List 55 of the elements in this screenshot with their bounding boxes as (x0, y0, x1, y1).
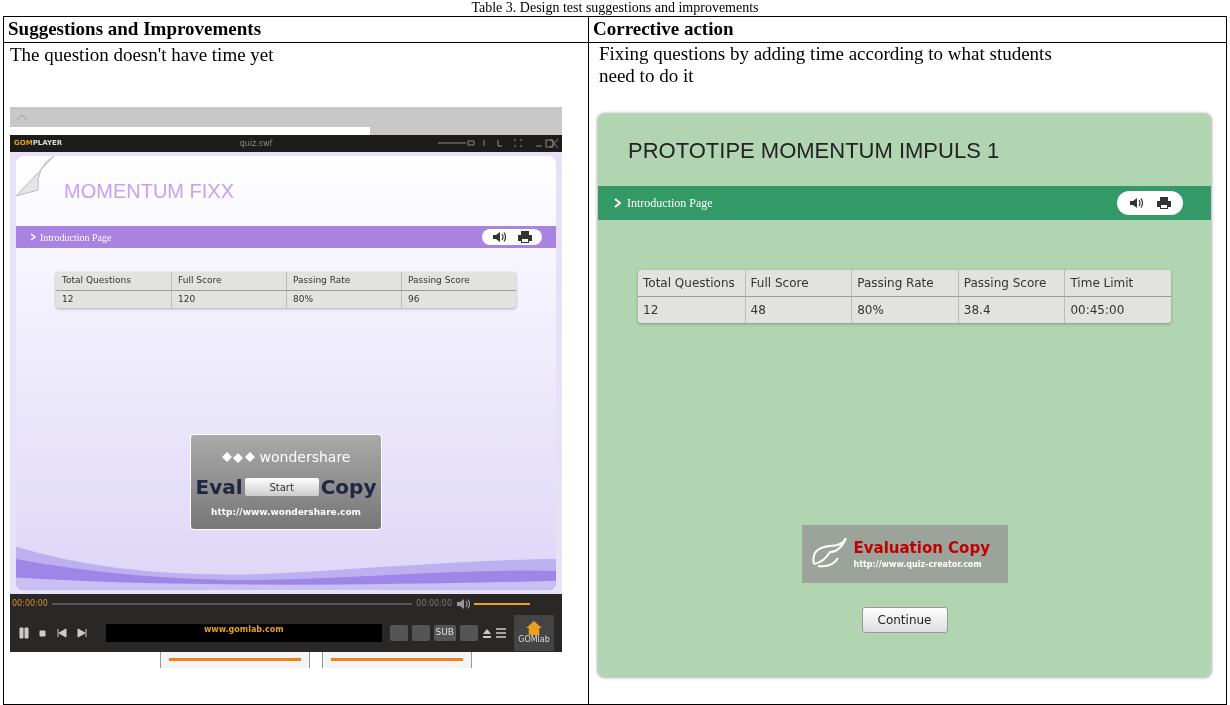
cell-text: The question doesn't have time yet (10, 43, 275, 67)
watermark-url: http://www.wondershare.com (211, 506, 361, 519)
printer-icon[interactable] (518, 231, 532, 243)
quiz-title: PROTOTIPE MOMENTUM IMPULS 1 (628, 136, 1000, 165)
nav-label[interactable]: Introduction Page (627, 194, 1117, 212)
total-time: 00:00:00 (416, 598, 452, 610)
continue-button[interactable]: Continue (861, 607, 948, 633)
table-caption: Table 3. Design test suggestions and improvements (471, 0, 759, 16)
watermark-brand: wondershare (259, 448, 351, 467)
chevron-right-icon (30, 233, 36, 241)
table-cell-text: 12 (61, 292, 75, 306)
elapsed-time: 00:00:00 (12, 598, 48, 610)
table-cell: 00:45:00 (1064, 297, 1171, 323)
diamonds-logo-icon (221, 451, 256, 464)
window-title: quiz.swf (238, 137, 274, 150)
house-icon (526, 621, 542, 635)
column-header: Total Questions (638, 270, 745, 297)
page-curl-icon (16, 156, 56, 196)
start-button[interactable]: Start (244, 478, 319, 496)
column-header: Full Score (171, 272, 286, 291)
table-cell: 120 (171, 290, 286, 308)
speaker-icon[interactable] (492, 231, 506, 243)
site-link[interactable]: www.gomlab.com (203, 624, 284, 642)
watermark-text: Copy (320, 474, 377, 501)
table-cell: 80% (851, 297, 958, 323)
column-header: Total Questions (56, 272, 171, 291)
column-header: Passing Rate (286, 272, 401, 291)
window-controls-icon[interactable] (438, 139, 558, 148)
column-header: Passing Score (957, 270, 1065, 297)
home-button[interactable]: GOMlab (514, 615, 554, 651)
table-cell: 38.4 (957, 297, 1065, 323)
watermark-url: http://www.quiz-creator.com (853, 559, 982, 572)
watermark-text: Eval (195, 474, 243, 501)
eject-icon[interactable] (482, 628, 492, 638)
column-header: Suggestions and Improvements (4, 17, 589, 43)
column-header: Corrective action (589, 17, 1226, 43)
menu-icon[interactable] (496, 628, 506, 638)
table-cell: 48 (744, 297, 852, 323)
speaker-icon[interactable] (456, 598, 470, 610)
cell-text: need to do it (598, 65, 695, 87)
table-cell: 96 (401, 290, 516, 308)
printer-icon[interactable] (1157, 197, 1171, 209)
swoosh-logo-icon (809, 538, 848, 570)
table-cell: 80% (286, 290, 401, 308)
column-header: Time Limit (1064, 270, 1171, 297)
chevron-right-icon (614, 198, 621, 208)
table-cell-text: 12 (642, 302, 660, 319)
column-header: Passing Score (401, 272, 516, 291)
subtitle-button[interactable]: SUB (433, 625, 456, 641)
watermark-title: Evaluation Copy (853, 537, 990, 559)
column-header: Full Score (744, 270, 852, 297)
column-header: Passing Rate (851, 270, 958, 297)
cell-text: Fixing questions by adding time according to what students (598, 43, 1053, 65)
speaker-icon[interactable] (1129, 197, 1143, 209)
quiz-title: MOMENTUM FIXX (64, 179, 234, 204)
